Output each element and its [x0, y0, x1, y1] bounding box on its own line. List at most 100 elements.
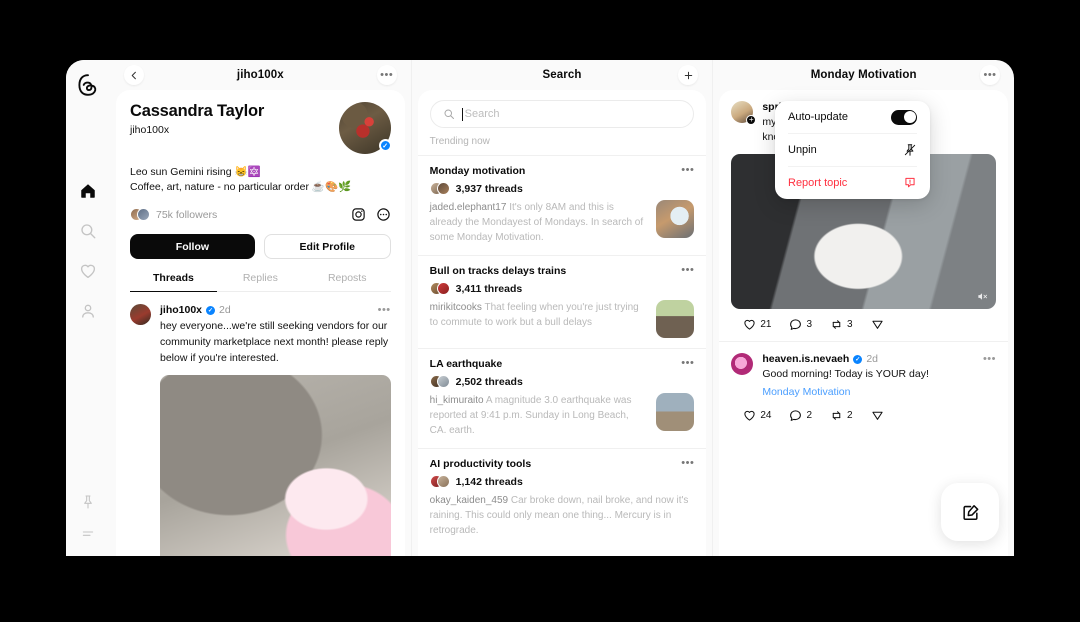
menu-item-unpin[interactable]: Unpin [775, 134, 930, 166]
post-header: heaven.is.nevaeh ✓ 2d ••• [762, 353, 996, 365]
profile-meta: 75k followers [130, 207, 391, 222]
profile-tabs: Threads Replies Reposts [130, 272, 391, 293]
menu-lines-icon[interactable] [80, 526, 96, 542]
trend-author: hi_kimuraito [429, 395, 484, 406]
profile-header: Cassandra Taylor jiho100x ✓ Leo sun Gemi… [116, 90, 405, 293]
trend-title: Monday motivation [429, 165, 526, 177]
sidebar-item-profile[interactable] [77, 300, 99, 322]
post-actions: 21 3 3 [731, 309, 996, 341]
screen: jiho100x ••• Cassandra Taylor jiho100x ✓ [0, 0, 1080, 622]
post-text: hey everyone...we're still seeking vendo… [160, 320, 389, 364]
trend-avatars [429, 375, 450, 388]
like-button[interactable]: 24 [743, 409, 771, 422]
trend-more-dots-icon[interactable]: ••• [681, 458, 694, 469]
repost-button[interactable]: 2 [830, 409, 853, 422]
tab-threads[interactable]: Threads [130, 272, 217, 293]
tab-replies[interactable]: Replies [217, 272, 304, 291]
share-button[interactable] [871, 318, 884, 331]
repost-button[interactable]: 3 [830, 318, 853, 331]
post-avatar[interactable] [130, 304, 151, 326]
search-box[interactable] [429, 100, 695, 128]
list-item[interactable]: LA earthquake ••• 2,502 threads hi_kimur… [417, 348, 707, 448]
profile-column: jiho100x ••• Cassandra Taylor jiho100x ✓ [110, 60, 411, 556]
verified-badge-icon: ✓ [206, 305, 216, 315]
search-column-title: Search [542, 69, 582, 81]
repost-count: 3 [847, 319, 853, 331]
profile-card: Cassandra Taylor jiho100x ✓ Leo sun Gemi… [116, 90, 405, 556]
sidebar-item-activity[interactable] [77, 260, 99, 282]
menu-item-auto-update[interactable]: Auto-update [775, 101, 930, 133]
share-button[interactable] [871, 409, 884, 422]
post-more-dots-icon[interactable]: ••• [983, 353, 996, 365]
search-card: Trending now Monday motivation ••• 3,937… [417, 90, 707, 556]
topic-column-header: Monday Motivation ••• [713, 60, 1014, 90]
left-rail [66, 60, 110, 556]
rail-bottom [80, 494, 96, 542]
edit-profile-button[interactable]: Edit Profile [263, 234, 391, 260]
pin-icon[interactable] [80, 494, 96, 510]
sidebar-item-search[interactable] [77, 220, 99, 242]
profile-bio: Leo sun Gemini rising 😸🔯 Coffee, art, na… [130, 165, 391, 195]
mute-icon[interactable] [977, 291, 988, 302]
search-input[interactable] [464, 108, 682, 120]
compose-button[interactable] [941, 483, 999, 541]
reply-button[interactable]: 2 [789, 409, 812, 422]
profile-actions [351, 207, 391, 222]
post-body: jiho100x ✓ 2d ••• hey everyone...we're s… [160, 304, 391, 556]
more-circle-icon[interactable] [376, 207, 391, 222]
verified-badge-icon: ✓ [378, 139, 392, 152]
tab-reposts[interactable]: Reposts [304, 272, 391, 291]
list-item[interactable]: AI productivity tools ••• 1,142 threads … [417, 448, 707, 548]
topic-post-2: heaven.is.nevaeh ✓ 2d ••• Good morning! … [719, 342, 1008, 431]
trend-more-dots-icon[interactable]: ••• [681, 358, 694, 369]
instagram-icon[interactable] [351, 207, 366, 222]
profile-more-dots-icon[interactable]: ••• [376, 65, 397, 85]
auto-update-toggle[interactable] [891, 109, 917, 125]
profile-post: jiho100x ✓ 2d ••• hey everyone...we're s… [116, 292, 405, 556]
trend-header: LA earthquake ••• [429, 358, 695, 371]
trend-title: LA earthquake [429, 358, 503, 370]
profile-handle: jiho100x [130, 124, 170, 136]
post-text: Good morning! Today is YOUR day! [762, 368, 929, 381]
post-timestamp: 2d [219, 304, 231, 317]
post-username[interactable]: heaven.is.nevaeh [762, 353, 849, 365]
menu-item-label: Unpin [788, 144, 817, 156]
like-button[interactable]: 21 [743, 318, 771, 331]
trend-body: jaded.elephant17 It's only 8AM and this … [430, 200, 695, 245]
follow-button[interactable]: Follow [130, 234, 255, 260]
avatar[interactable] [731, 353, 754, 376]
trend-avatars [429, 282, 450, 295]
profile-buttons: Follow Edit Profile [130, 234, 391, 260]
plus-icon[interactable]: + [746, 115, 757, 125]
followers-row[interactable]: 75k followers [130, 208, 218, 222]
report-flag-icon [903, 176, 917, 190]
post-username[interactable]: jiho100x [160, 304, 202, 316]
trend-snippet: mirikitcooks That feeling when you're ju… [430, 300, 647, 330]
post-topic-tag[interactable]: Monday Motivation [762, 385, 996, 400]
avatar[interactable]: ✓ [338, 102, 392, 154]
reply-button[interactable]: 3 [789, 318, 812, 331]
plus-icon[interactable] [678, 65, 699, 85]
trending-label: Trending now [429, 136, 490, 147]
threads-logo-icon[interactable] [75, 72, 101, 98]
search-column: Search Trending now [410, 60, 713, 556]
sidebar-item-home[interactable] [77, 180, 99, 202]
list-item[interactable]: Bull on tracks delays trains ••• 3,411 t… [417, 255, 707, 348]
list-item[interactable]: Monday motivation ••• 3,937 threads jade… [417, 155, 707, 255]
trend-counts: 2,502 threads [429, 375, 695, 388]
trend-thumbnail[interactable] [656, 393, 695, 431]
avatar[interactable]: + [731, 101, 757, 125]
post-more-dots-icon[interactable]: ••• [378, 304, 391, 316]
trend-more-dots-icon[interactable]: ••• [681, 265, 694, 276]
back-arrow-icon[interactable] [124, 65, 144, 85]
trend-thumbnail[interactable] [656, 300, 695, 338]
menu-item-report-topic[interactable]: Report topic [775, 167, 930, 199]
topic-column-title: Monday Motivation [810, 69, 917, 81]
trend-thumbnail[interactable] [656, 200, 695, 238]
post-image[interactable] [160, 375, 391, 556]
trend-thread-count: 3,937 threads [455, 182, 523, 195]
followers-count: 75k followers [156, 208, 218, 221]
search-column-header: Search [412, 60, 713, 90]
trend-more-dots-icon[interactable]: ••• [681, 165, 694, 176]
topic-more-dots-icon[interactable]: ••• [980, 65, 1001, 85]
